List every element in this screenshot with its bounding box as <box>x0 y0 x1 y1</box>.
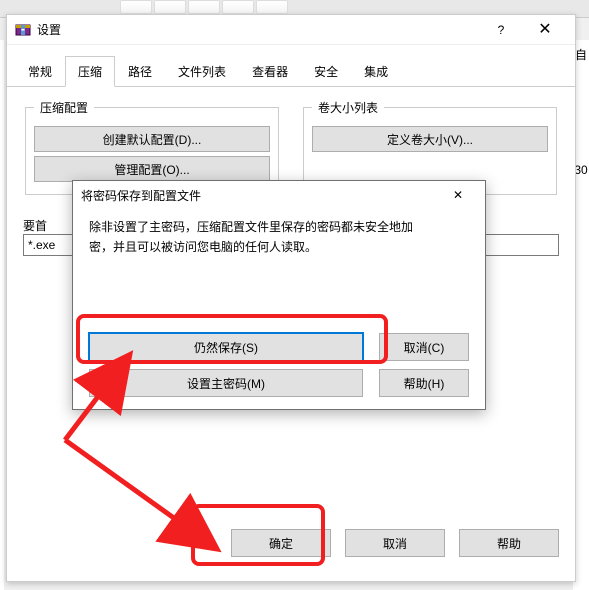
inner-dialog-title: 将密码保存到配置文件 <box>81 187 439 204</box>
create-default-profile-button[interactable]: 创建默认配置(D)... <box>34 126 270 152</box>
help-icon: ? <box>498 23 505 37</box>
inner-cancel-button[interactable]: 取消(C) <box>379 333 469 361</box>
winrar-icon <box>15 22 31 38</box>
tab-general[interactable]: 常规 <box>15 56 65 87</box>
inner-message: 除非设置了主密码，压缩配置文件里保存的密码都未安全地加 密，并且可以被访问您电脑… <box>89 217 469 258</box>
define-volume-size-button[interactable]: 定义卷大小(V)... <box>312 126 548 152</box>
inner-close-button[interactable]: ✕ <box>439 181 477 209</box>
tab-viewer[interactable]: 查看器 <box>239 56 301 87</box>
tab-integration[interactable]: 集成 <box>351 56 401 87</box>
group-compression-legend: 压缩配置 <box>34 99 94 116</box>
close-icon: ✕ <box>538 22 551 38</box>
tab-paths[interactable]: 路径 <box>115 56 165 87</box>
settings-close-button[interactable]: ✕ <box>523 15 567 45</box>
settings-help-button[interactable]: ? <box>479 15 523 45</box>
manage-profiles-button[interactable]: 管理配置(O)... <box>34 156 270 182</box>
close-icon: ✕ <box>453 188 463 202</box>
tab-security[interactable]: 安全 <box>301 56 351 87</box>
still-save-button[interactable]: 仍然保存(S) <box>89 333 363 361</box>
inner-titlebar: 将密码保存到配置文件 ✕ <box>73 181 485 209</box>
settings-ok-button[interactable]: 确定 <box>231 529 331 557</box>
settings-titlebar: 设置 ? ✕ <box>7 15 575 45</box>
save-password-dialog: 将密码保存到配置文件 ✕ 除非设置了主密码，压缩配置文件里保存的密码都未安全地加… <box>72 180 486 410</box>
tab-filelist[interactable]: 文件列表 <box>165 56 239 87</box>
set-master-password-button[interactable]: 设置主密码(M) <box>89 369 363 397</box>
group-volume-legend: 卷大小列表 <box>312 99 384 116</box>
tab-compression[interactable]: 压缩 <box>65 56 115 87</box>
settings-cancel-button[interactable]: 取消 <box>345 529 445 557</box>
background-left-edge <box>0 40 4 590</box>
settings-title: 设置 <box>37 21 479 38</box>
settings-tabs: 常规 压缩 路径 文件列表 查看器 安全 集成 <box>7 45 575 87</box>
settings-footer: 确定 取消 帮助 <box>7 519 575 581</box>
settings-help-button-footer[interactable]: 帮助 <box>459 529 559 557</box>
inner-help-button[interactable]: 帮助(H) <box>379 369 469 397</box>
